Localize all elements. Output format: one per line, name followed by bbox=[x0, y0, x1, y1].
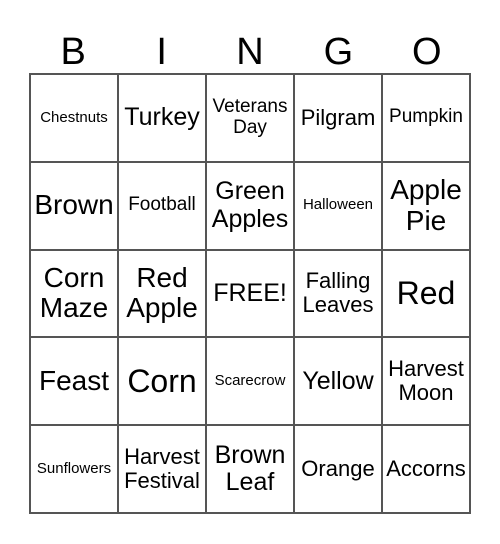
header-letter-i: I bbox=[156, 31, 167, 73]
bingo-header: B I N G O bbox=[29, 30, 471, 74]
bingo-cell[interactable]: Veterans Day bbox=[206, 74, 294, 162]
bingo-cell[interactable]: Pumpkin bbox=[382, 74, 470, 162]
bingo-cell[interactable]: Feast bbox=[30, 337, 118, 426]
bingo-cell[interactable]: Chestnuts bbox=[30, 74, 118, 162]
bingo-cell[interactable]: Scarecrow bbox=[206, 337, 294, 426]
bingo-cell[interactable]: Football bbox=[118, 161, 206, 250]
bingo-cell[interactable]: Apple Pie bbox=[382, 161, 470, 250]
bingo-cell[interactable]: Pilgram bbox=[294, 74, 382, 162]
bingo-cell[interactable]: Harvest Moon bbox=[382, 337, 470, 426]
bingo-cell[interactable]: Red Apple bbox=[118, 249, 206, 338]
bingo-cell[interactable]: Yellow bbox=[294, 337, 382, 426]
header-letter-n: N bbox=[236, 31, 264, 73]
bingo-cell[interactable]: Orange bbox=[294, 425, 382, 513]
bingo-grid: Chestnuts Turkey Veterans Day Pilgram Pu… bbox=[29, 73, 471, 514]
header-letter-g: G bbox=[323, 31, 354, 73]
bingo-cell[interactable]: Sunflowers bbox=[30, 425, 118, 513]
bingo-cell[interactable]: Halloween bbox=[294, 161, 382, 250]
bingo-cell[interactable]: Corn bbox=[118, 337, 206, 426]
bingo-cell[interactable]: Brown bbox=[30, 161, 118, 250]
header-letter-o: O bbox=[412, 31, 442, 73]
bingo-cell[interactable]: Falling Leaves bbox=[294, 249, 382, 338]
bingo-cell[interactable]: Turkey bbox=[118, 74, 206, 162]
bingo-cell[interactable]: Corn Maze bbox=[30, 249, 118, 338]
bingo-cell[interactable]: Brown Leaf bbox=[206, 425, 294, 513]
bingo-cell[interactable]: Green Apples bbox=[206, 161, 294, 250]
bingo-cell[interactable]: Accorns bbox=[382, 425, 470, 513]
bingo-cell[interactable]: Harvest Festival bbox=[118, 425, 206, 513]
bingo-cell[interactable]: Red bbox=[382, 249, 470, 338]
free-space[interactable]: FREE! bbox=[206, 249, 294, 338]
header-letter-b: B bbox=[60, 31, 86, 73]
